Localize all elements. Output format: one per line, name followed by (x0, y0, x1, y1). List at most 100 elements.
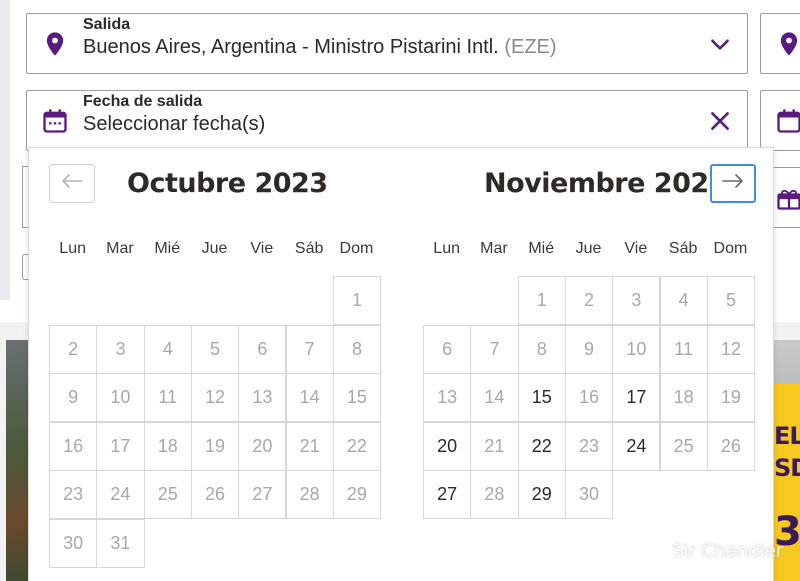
weekday-label: Sáb (668, 240, 698, 257)
weekday-label: Mié (528, 240, 555, 257)
weekday-label: Vie (624, 240, 648, 257)
calendar-day-disabled: 27 (238, 470, 287, 520)
chevron-down-icon[interactable] (707, 31, 733, 57)
arrow-right-icon (721, 173, 745, 194)
calendar-day-disabled: 26 (190, 470, 240, 520)
calendar-day-disabled: 22 (332, 421, 382, 471)
date-picker: Octubre 2023 Noviembre 2023 Lun Mar Mié Jue… (28, 147, 774, 581)
calendar-day-disabled: 21 (285, 421, 334, 471)
calendar-day-disabled: 16 (564, 373, 614, 423)
calendar-day-disabled: 17 (96, 421, 145, 471)
calendar-day-disabled: 23 (49, 470, 98, 520)
calendar-day-disabled: 2 (49, 324, 98, 374)
calendar-day-disabled: 19 (706, 373, 756, 423)
weekday-label: Jue (575, 240, 602, 257)
calendar-day-disabled: 28 (285, 470, 334, 520)
location-pin-icon (41, 30, 69, 58)
departure-date-placeholder: Seleccionar fecha(s) (83, 113, 266, 135)
calendar-day-disabled: 30 (49, 518, 98, 568)
calendar-day-disabled: 15 (332, 373, 382, 423)
weekday-label: Lun (433, 240, 460, 257)
calendar-day-disabled: 13 (423, 373, 472, 423)
calendar-day-disabled: 1 (517, 276, 566, 326)
weekday-label: Mar (480, 240, 508, 257)
calendar-day-disabled: 13 (238, 373, 287, 423)
calendar-day-disabled: 28 (470, 470, 519, 520)
calendar-day-disabled: 2 (564, 276, 614, 326)
calendar-day-disabled: 26 (706, 421, 756, 471)
month-title: Noviembre 2023 (484, 168, 727, 199)
calendar-day-disabled: 6 (423, 324, 472, 374)
calendar-day-disabled: 21 (470, 421, 519, 471)
promo-line: SDI (774, 454, 800, 482)
origin-value: Buenos Aires, Argentina - Ministro Pista… (83, 36, 557, 59)
calendar-day-disabled: 6 (238, 324, 287, 374)
calendar-day-disabled: 1 (332, 276, 382, 326)
calendar-icon (41, 107, 69, 135)
calendar-day-disabled: 8 (332, 324, 382, 374)
calendar-day-disabled: 11 (659, 324, 708, 374)
page-edge (0, 0, 10, 300)
calendar-day-disabled: 18 (659, 373, 708, 423)
calendar-day-disabled: 24 (96, 470, 145, 520)
origin-label: Salida (83, 16, 131, 33)
destination-field[interactable] (760, 13, 800, 74)
weekday-header: Lun Mar Mié Jue Vie Sáb Dom (49, 240, 380, 258)
calendar-day-disabled: 5 (190, 324, 240, 374)
calendar-day-disabled: 19 (190, 421, 240, 471)
close-icon[interactable] (707, 108, 733, 134)
weekday-label: Jue (201, 240, 228, 257)
origin-field[interactable]: Salida Buenos Aires, Argentina - Ministr… (26, 13, 748, 74)
calendar-day-available[interactable]: 22 (517, 421, 566, 471)
calendar-icon (775, 107, 800, 135)
origin-airport: Buenos Aires, Argentina - Ministro Pista… (83, 36, 499, 58)
calendar-day-disabled: 7 (470, 324, 519, 374)
calendar-day-disabled: 8 (517, 324, 566, 374)
month-title: Octubre 2023 (127, 168, 328, 199)
calendar-day-disabled: 20 (238, 421, 287, 471)
calendar-day-available[interactable]: 20 (423, 421, 472, 471)
calendar-day-available[interactable]: 17 (612, 373, 661, 423)
calendar-day-disabled: 23 (564, 421, 614, 471)
calendar-day-available[interactable]: 27 (423, 470, 472, 520)
background-photo (6, 340, 30, 581)
calendar-day-disabled: 18 (143, 421, 192, 471)
weekday-label: Lun (59, 240, 86, 257)
previous-month-button[interactable] (49, 164, 95, 203)
weekday-label: Mar (106, 240, 134, 257)
calendar-day-disabled: 4 (143, 324, 192, 374)
calendar-day-disabled: 10 (96, 373, 145, 423)
calendar-day-available[interactable]: 15 (517, 373, 566, 423)
watermark: Sir Chandler (672, 540, 784, 562)
origin-code: (EZE) (504, 36, 557, 58)
calendar-day-disabled: 16 (49, 421, 98, 471)
weekday-label: Sáb (294, 240, 324, 257)
calendar-day-disabled: 7 (285, 324, 334, 374)
calendar-day-available[interactable]: 24 (612, 421, 661, 471)
weekday-label: Vie (250, 240, 274, 257)
calendar-day-disabled: 9 (49, 373, 98, 423)
calendar-day-disabled: 14 (285, 373, 334, 423)
calendar-day-disabled: 29 (332, 470, 382, 520)
calendar-day-disabled: 25 (659, 421, 708, 471)
return-date-field[interactable] (760, 90, 800, 151)
gift-icon (775, 184, 800, 212)
calendar-day-disabled: 9 (564, 324, 614, 374)
calendar-day-disabled: 14 (470, 373, 519, 423)
calendar-day-disabled: 10 (612, 324, 661, 374)
arrow-left-icon (60, 173, 84, 194)
location-pin-icon (775, 30, 800, 58)
calendar-day-disabled: 25 (143, 470, 192, 520)
calendar-day-disabled: 11 (143, 373, 192, 423)
departure-date-label: Fecha de salida (83, 93, 203, 110)
weekday-label: Dom (713, 240, 748, 257)
calendar-day-available[interactable]: 29 (517, 470, 566, 520)
calendar-day-disabled: 12 (190, 373, 240, 423)
weekday-header: Lun Mar Mié Jue Vie Sáb Dom (423, 240, 754, 258)
weekday-label: Mié (154, 240, 181, 257)
calendar-day-disabled: 30 (564, 470, 614, 520)
calendar-day-disabled: 4 (659, 276, 708, 326)
departure-date-field[interactable]: Fecha de salida Seleccionar fecha(s) (26, 90, 748, 151)
calendar-day-disabled: 31 (96, 518, 145, 568)
next-month-button[interactable] (710, 164, 756, 203)
